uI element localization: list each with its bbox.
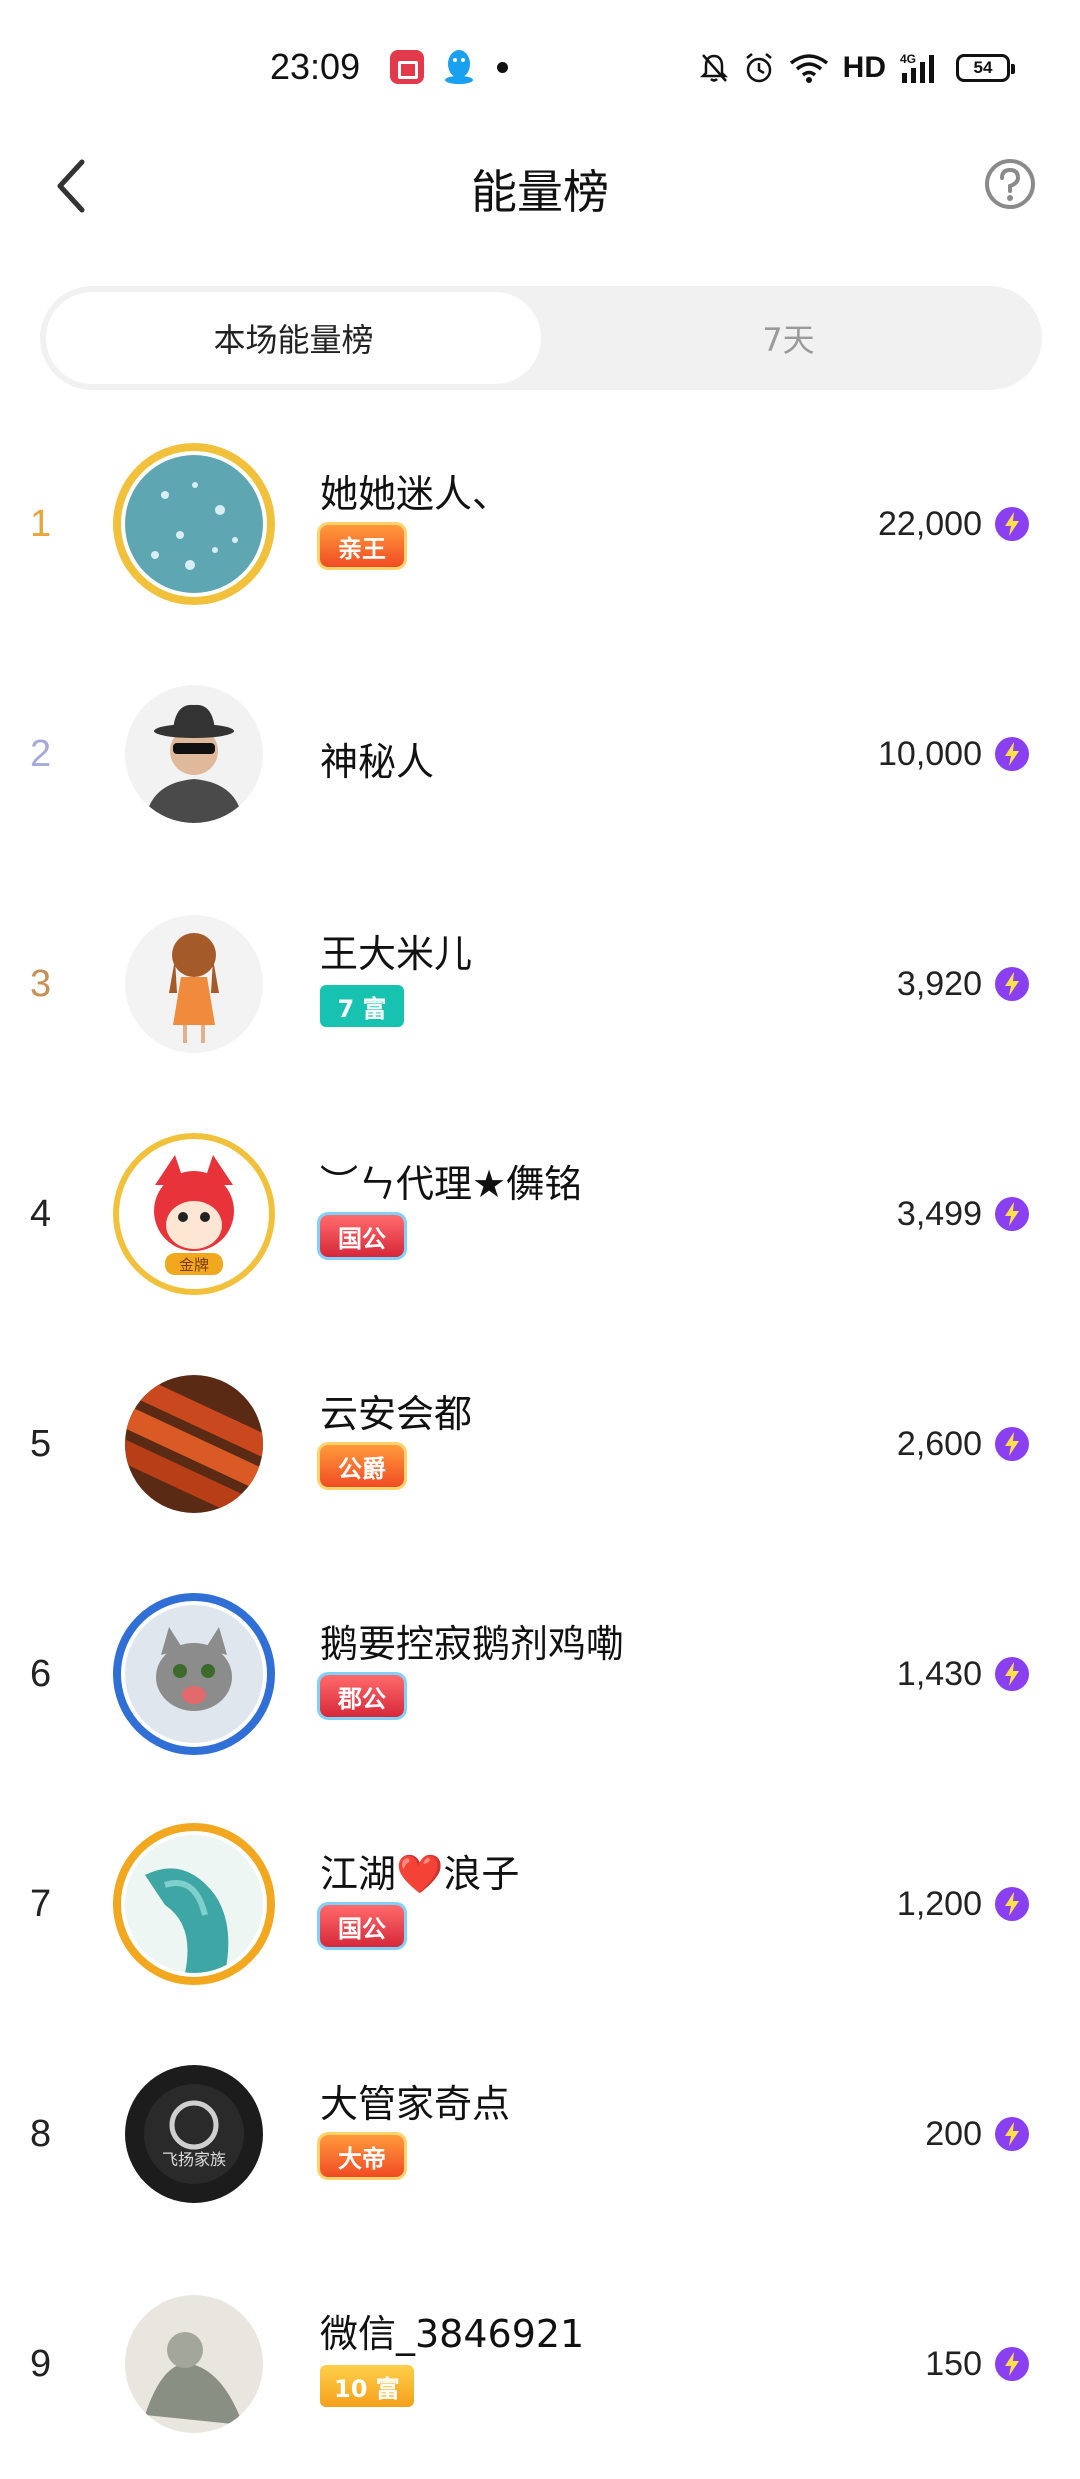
user-name: 大管家奇点: [320, 2082, 511, 2126]
avatar[interactable]: [125, 2295, 263, 2433]
status-bar: 23:09 HD 4G 54: [0, 0, 1080, 136]
energy-amount: 2,600: [897, 1329, 1030, 1559]
battery-level: 54: [973, 58, 993, 77]
energy-value: 10,000: [878, 734, 982, 773]
rank-number: 5: [30, 1422, 52, 1465]
avatar-logo-text: 飞扬家族: [162, 2150, 226, 2169]
rank-number: 7: [30, 1882, 52, 1925]
bell-muted-icon: [699, 54, 728, 82]
energy-value: 150: [925, 2344, 982, 2383]
tab-current-session[interactable]: 本场能量榜: [46, 292, 541, 384]
user-name: 王大米儿: [320, 932, 473, 976]
wealth-level-badge: 7 富: [320, 985, 404, 1027]
energy-bolt-icon: [995, 2347, 1029, 2381]
rank-badge: 亲王: [320, 525, 404, 567]
energy-value: 1,200: [896, 1884, 982, 1923]
avatar[interactable]: [125, 1375, 263, 1513]
ranking-row[interactable]: 8 飞扬家族 大管家奇点 大帝 200: [0, 2019, 1080, 2249]
rank-badge: 公爵: [320, 1445, 404, 1487]
rank-number: 4: [30, 1192, 52, 1235]
ranking-row[interactable]: 5 云安会都 公爵 2,600: [0, 1329, 1080, 1559]
screen-record-icon: [390, 50, 424, 84]
rank-number: 8: [30, 2112, 52, 2155]
ranking-row[interactable]: 1 她她迷人、 亲王 22,000: [0, 409, 1080, 639]
user-name: 鹅要控寂鹅剂鸡嘞: [320, 1622, 625, 1666]
ranking-row[interactable]: 4 金牌 ︶ㄣ代理★儛铭 国公 3,499: [0, 1099, 1080, 1329]
battery-icon: 54: [956, 54, 1015, 82]
nav-bar: 能量榜: [0, 136, 1080, 236]
qq-icon: [442, 48, 476, 86]
svg-text:4G: 4G: [900, 52, 916, 66]
wifi-icon: [789, 54, 828, 83]
gold-medal-label: 金牌: [179, 1256, 209, 1274]
energy-value: 200: [925, 2114, 982, 2153]
energy-value: 3,499: [896, 1194, 982, 1233]
rank-badge: 大帝: [320, 2135, 404, 2177]
rank-number: 2: [30, 732, 52, 775]
energy-bolt-icon: [995, 2117, 1029, 2151]
alarm-icon: [745, 53, 772, 83]
energy-amount: 1,430: [897, 1559, 1030, 1789]
energy-amount: 3,499: [897, 1099, 1030, 1329]
tab-7-days[interactable]: 7天: [541, 292, 1036, 384]
ranking-row[interactable]: 3 王大米儿 7 富 3,920: [0, 869, 1080, 1099]
cellular-signal-icon: 4G: [900, 52, 934, 83]
ranking-row[interactable]: 9 微信_3846921 10 富 150: [0, 2249, 1080, 2479]
energy-value: 2,600: [896, 1424, 982, 1463]
avatar[interactable]: [125, 1605, 263, 1743]
avatar[interactable]: [125, 1835, 263, 1973]
user-name: 微信_3846921: [320, 2312, 585, 2356]
wealth-level-badge: 10 富: [320, 2365, 414, 2407]
user-name: 她她迷人、: [320, 472, 511, 516]
question-icon: [985, 159, 1035, 209]
ranking-row[interactable]: 7 江湖❤️浪子 国公 1,200: [0, 1789, 1080, 2019]
user-name: 云安会都: [320, 1392, 473, 1436]
energy-bolt-icon: [995, 1657, 1029, 1691]
rank-number: 6: [30, 1652, 52, 1695]
energy-bolt-icon: [995, 507, 1029, 541]
rank-number: 3: [30, 962, 52, 1005]
user-name: ︶ㄣ代理★儛铭: [320, 1162, 583, 1206]
page-title: 能量榜: [471, 165, 609, 219]
energy-bolt-icon: [995, 1427, 1029, 1461]
avatar[interactable]: 金牌: [125, 1145, 263, 1283]
energy-bolt-icon: [995, 1197, 1029, 1231]
rank-badge: 国公: [320, 1215, 404, 1257]
energy-amount: 3,920: [897, 869, 1030, 1099]
energy-amount: 1,200: [897, 1789, 1030, 2019]
rank-badge: 郡公: [320, 1675, 404, 1717]
energy-value: 22,000: [878, 504, 982, 543]
help-button[interactable]: [982, 156, 1038, 212]
user-name: 神秘人: [320, 740, 435, 784]
avatar[interactable]: [125, 455, 263, 593]
status-time: 23:09: [270, 46, 361, 87]
ranking-list: 1 她她迷人、 亲王 22,000 2 神秘人 10,000 3 王大米儿 7 …: [0, 409, 1080, 2479]
energy-amount: 200: [925, 2019, 1030, 2249]
energy-amount: 10,000: [878, 639, 1030, 869]
rank-number: 1: [30, 502, 52, 545]
energy-amount: 22,000: [878, 409, 1030, 639]
status-icons: HD 4G 54: [699, 46, 1015, 90]
hd-indicator: HD: [842, 51, 886, 84]
ranking-row[interactable]: 6 鹅要控寂鹅剂鸡嘞 郡公 1,430: [0, 1559, 1080, 1789]
energy-bolt-icon: [995, 737, 1029, 771]
avatar[interactable]: 飞扬家族: [125, 2065, 263, 2203]
rank-number: 9: [30, 2342, 52, 2385]
user-name: 江湖❤️浪子: [320, 1852, 520, 1896]
energy-bolt-icon: [995, 1887, 1029, 1921]
energy-value: 3,920: [896, 964, 982, 1003]
ranking-row[interactable]: 2 神秘人 10,000: [0, 639, 1080, 869]
energy-amount: 150: [925, 2249, 1030, 2479]
energy-bolt-icon: [995, 967, 1029, 1001]
avatar[interactable]: [125, 685, 263, 823]
energy-value: 1,430: [896, 1654, 982, 1693]
notification-dot-icon: [497, 62, 508, 73]
avatar[interactable]: [125, 915, 263, 1053]
tab-bar: 本场能量榜 7天: [40, 286, 1042, 390]
rank-badge: 国公: [320, 1905, 404, 1947]
